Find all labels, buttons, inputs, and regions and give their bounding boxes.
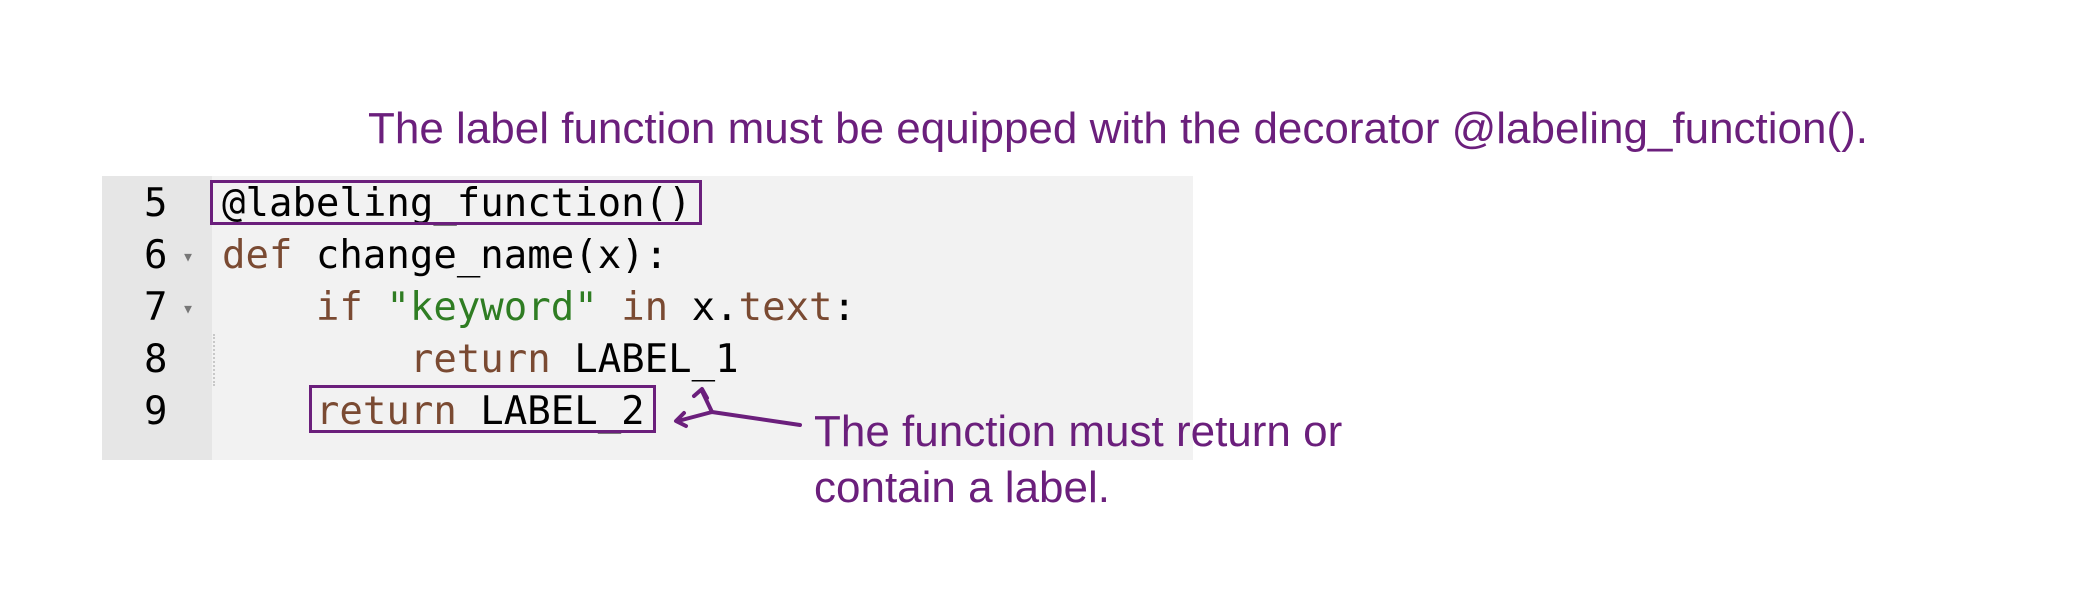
return-annotation: The function must return or contain a la… bbox=[814, 404, 1342, 516]
annotation-arrows bbox=[674, 387, 802, 428]
return-annotation-line-2: contain a label. bbox=[814, 463, 1110, 512]
return-annotation-line-1: The function must return or bbox=[814, 407, 1343, 456]
arrow-to-return-label-2 bbox=[676, 410, 802, 427]
arrowhead-label-1 bbox=[692, 387, 709, 400]
